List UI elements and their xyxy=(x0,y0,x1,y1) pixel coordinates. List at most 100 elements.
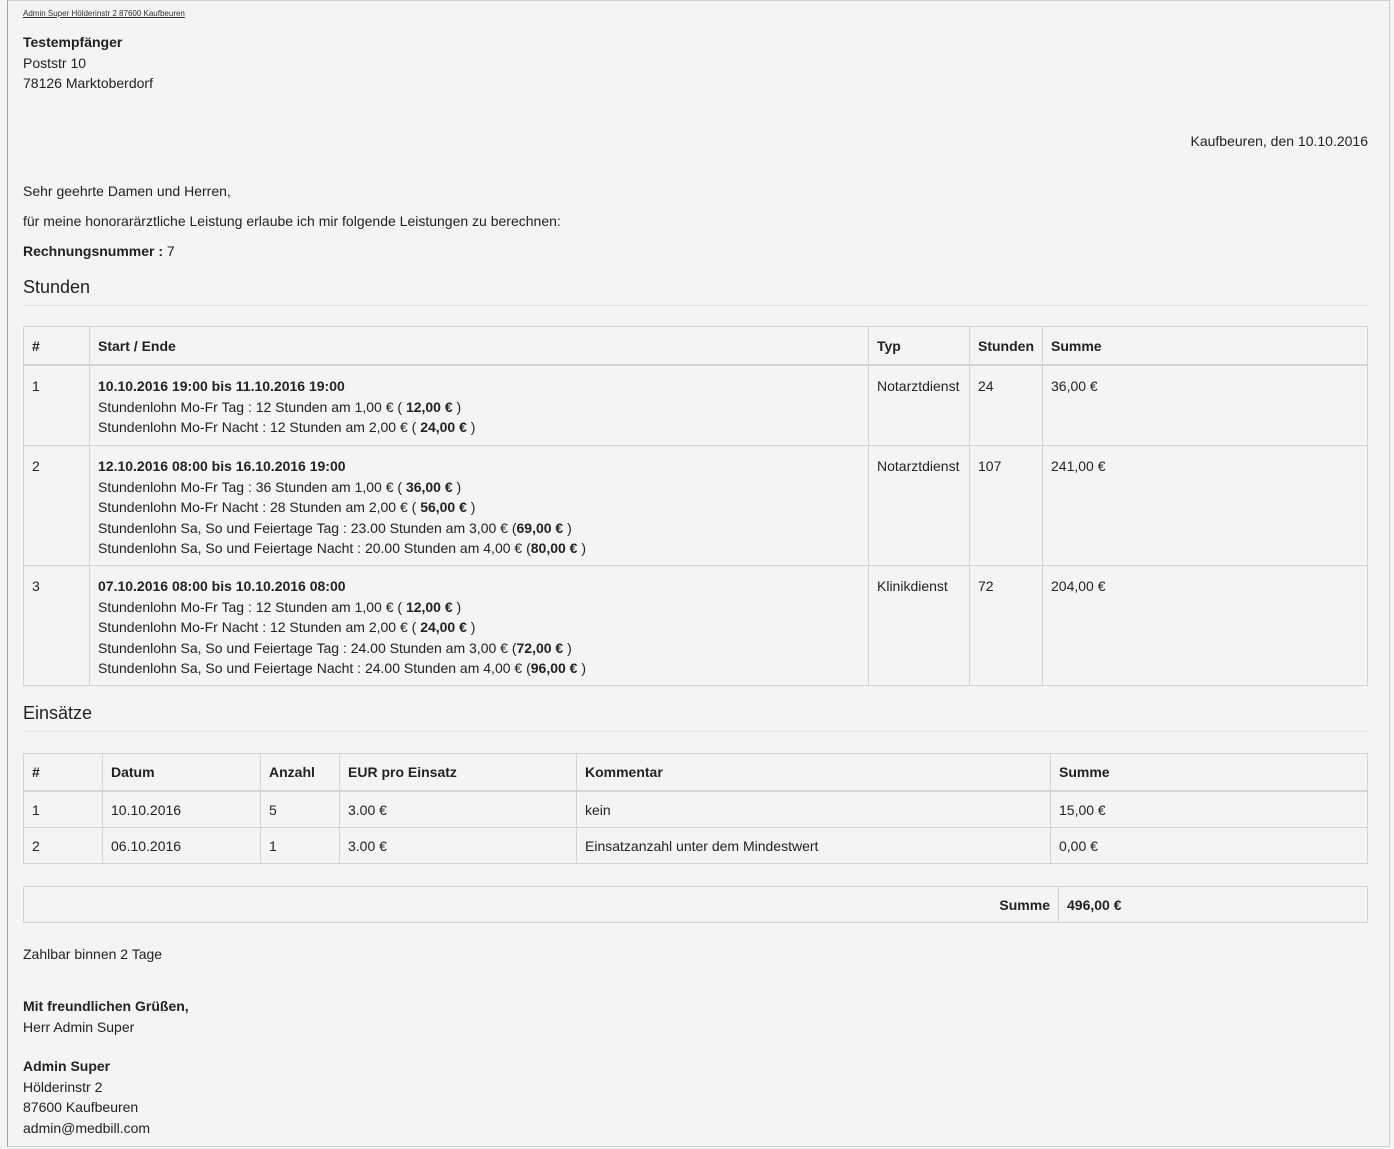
period-range: 10.10.2016 19:00 bis 11.10.2016 19:00 xyxy=(98,378,345,394)
col-header-num: # xyxy=(23,326,90,366)
row-comment: Einsatzanzahl unter dem Mindestwert xyxy=(576,827,1051,864)
rate-amount: 36,00 € xyxy=(405,478,453,495)
section-heading-einsaetze: Einsätze xyxy=(23,703,93,723)
col-header-date: Datum xyxy=(102,753,261,792)
rate-close: ) xyxy=(577,660,587,676)
rate-line: Stundenlohn Sa, So und Feiertage Tag : 2… xyxy=(98,518,860,539)
rate-line: Stundenlohn Sa, So und Feiertage Nacht :… xyxy=(98,658,860,679)
rate-amount: 72,00 € xyxy=(516,639,564,656)
rate-amount: 12,00 € xyxy=(405,598,453,615)
closing: Mit freundlichen Grüßen, Herr Admin Supe… xyxy=(23,996,189,1037)
row-period-details: 10.10.2016 19:00 bis 11.10.2016 19:00 St… xyxy=(89,364,869,446)
recipient-address: Testempfänger Poststr 10 78126 Marktober… xyxy=(23,32,153,94)
rate-text: Stundenlohn Sa, So und Feiertage Nacht :… xyxy=(98,540,531,556)
row-sum: 0,00 € xyxy=(1050,827,1368,864)
rate-line: Stundenlohn Mo-Fr Nacht : 12 Stunden am … xyxy=(98,417,860,438)
row-count: 5 xyxy=(260,790,340,828)
row-number: 2 xyxy=(23,827,103,864)
rate-close: ) xyxy=(563,519,572,536)
table-row: 1 10.10.2016 5 3.00 € kein 15,00 € xyxy=(23,790,1368,828)
divider xyxy=(23,731,1368,732)
missions-table: # Datum Anzahl EUR pro Einsatz Kommentar… xyxy=(23,753,1368,864)
rate-text: Stundenlohn Mo-Fr Tag : 36 Stunden am 1,… xyxy=(98,478,406,495)
col-header-period: Start / Ende xyxy=(89,326,869,366)
rate-text: Stundenlohn Mo-Fr Nacht : 28 Stunden am … xyxy=(98,499,421,515)
row-sum: 15,00 € xyxy=(1050,790,1368,828)
rate-close: ) xyxy=(466,499,476,515)
rate-text: Stundenlohn Mo-Fr Nacht : 12 Stunden am … xyxy=(98,619,421,635)
rate-line: Stundenlohn Sa, So und Feiertage Nacht :… xyxy=(98,538,860,559)
col-header-comment: Kommentar xyxy=(576,753,1051,792)
closing-greeting: Mit freundlichen Grüßen, xyxy=(23,998,189,1014)
total-table: Summe 496,00 € xyxy=(23,886,1368,923)
table-row: 2 12.10.2016 08:00 bis 16.10.2016 19:00 … xyxy=(23,445,1368,566)
rate-amount: 56,00 € xyxy=(420,499,467,515)
rate-text: Stundenlohn Mo-Fr Nacht : 12 Stunden am … xyxy=(98,419,421,435)
signer-email: admin@medbill.com xyxy=(23,1119,151,1136)
row-period-details: 07.10.2016 08:00 bis 10.10.2016 08:00 St… xyxy=(89,565,869,686)
invoice-number-value: 7 xyxy=(166,243,175,259)
row-rate: 3.00 € xyxy=(339,790,577,828)
row-sum: 36,00 € xyxy=(1042,364,1368,446)
rate-line: Stundenlohn Mo-Fr Nacht : 12 Stunden am … xyxy=(98,617,860,638)
rate-amount: 80,00 € xyxy=(530,540,578,556)
row-number: 1 xyxy=(23,790,103,828)
row-hours: 72 xyxy=(969,565,1043,686)
period-range: 12.10.2016 08:00 bis 16.10.2016 19:00 xyxy=(98,458,346,474)
rate-amount: 96,00 € xyxy=(530,660,578,676)
total-value: 496,00 € xyxy=(1058,886,1368,923)
row-type: Klinikdienst xyxy=(868,565,970,686)
table-row: 1 10.10.2016 19:00 bis 11.10.2016 19:00 … xyxy=(23,364,1368,446)
rate-close: ) xyxy=(577,540,587,556)
sender-address-line: Admin Super Hölderinstr 2 87600 Kaufbeur… xyxy=(23,9,185,18)
row-comment: kein xyxy=(576,790,1051,828)
intro-text: für meine honorarärztliche Leistung erla… xyxy=(23,213,561,229)
signer-city: 87600 Kaufbeuren xyxy=(23,1099,139,1115)
row-date: 06.10.2016 xyxy=(102,827,261,864)
row-rate: 3.00 € xyxy=(339,827,577,864)
hours-table: # Start / Ende Typ Stunden Summe 1 10.10… xyxy=(23,326,1368,686)
rate-line: Stundenlohn Mo-Fr Tag : 12 Stunden am 1,… xyxy=(98,597,860,618)
rate-close: ) xyxy=(452,598,462,615)
row-sum: 241,00 € xyxy=(1042,445,1368,566)
row-number: 1 xyxy=(23,364,90,446)
rate-close: ) xyxy=(466,419,476,435)
table-header-row: # Start / Ende Typ Stunden Summe xyxy=(23,326,1368,366)
rate-close: ) xyxy=(452,478,462,495)
period-range: 07.10.2016 08:00 bis 10.10.2016 08:00 xyxy=(98,578,346,594)
signer-name: Admin Super xyxy=(23,1058,111,1074)
table-row: 3 07.10.2016 08:00 bis 10.10.2016 08:00 … xyxy=(23,565,1368,686)
row-type: Notarztdienst xyxy=(868,364,970,446)
col-header-rate: EUR pro Einsatz xyxy=(339,753,577,792)
col-header-sum: Summe xyxy=(1042,326,1368,366)
rate-line: Stundenlohn Sa, So und Feiertage Tag : 2… xyxy=(98,638,860,659)
recipient-name: Testempfänger xyxy=(23,34,123,50)
rate-close: ) xyxy=(563,639,572,656)
payment-terms: Zahlbar binnen 2 Tage xyxy=(23,946,163,962)
row-period-details: 12.10.2016 08:00 bis 16.10.2016 19:00 St… xyxy=(89,445,869,566)
closing-name: Herr Admin Super xyxy=(23,1018,135,1035)
recipient-city: 78126 Marktoberdorf xyxy=(23,75,153,91)
total-label: Summe xyxy=(23,886,1059,923)
row-number: 2 xyxy=(23,445,90,566)
row-count: 1 xyxy=(260,827,340,864)
total-row: Summe 496,00 € xyxy=(23,886,1368,923)
rate-text: Stundenlohn Sa, So und Feiertage Tag : 2… xyxy=(98,639,517,656)
rate-text: Stundenlohn Mo-Fr Tag : 12 Stunden am 1,… xyxy=(98,598,406,615)
invoice-number-label: Rechnungsnummer : xyxy=(23,243,164,259)
signer-address: Admin Super Hölderinstr 2 87600 Kaufbeur… xyxy=(23,1056,150,1138)
recipient-street: Poststr 10 xyxy=(23,54,87,71)
table-row: 2 06.10.2016 1 3.00 € Einsatzanzahl unte… xyxy=(23,827,1368,864)
rate-close: ) xyxy=(466,619,476,635)
rate-line: Stundenlohn Mo-Fr Tag : 12 Stunden am 1,… xyxy=(98,397,860,418)
rate-line: Stundenlohn Mo-Fr Nacht : 28 Stunden am … xyxy=(98,497,860,518)
col-header-sum: Summe xyxy=(1050,753,1368,792)
row-type: Notarztdienst xyxy=(868,445,970,566)
col-header-hours: Stunden xyxy=(969,326,1043,366)
table-header-row: # Datum Anzahl EUR pro Einsatz Kommentar… xyxy=(23,753,1368,792)
col-header-type: Typ xyxy=(868,326,970,366)
col-header-num: # xyxy=(23,753,103,792)
signer-street: Hölderinstr 2 xyxy=(23,1078,103,1095)
rate-amount: 24,00 € xyxy=(420,419,467,435)
invoice-number: Rechnungsnummer : 7 xyxy=(23,243,175,259)
